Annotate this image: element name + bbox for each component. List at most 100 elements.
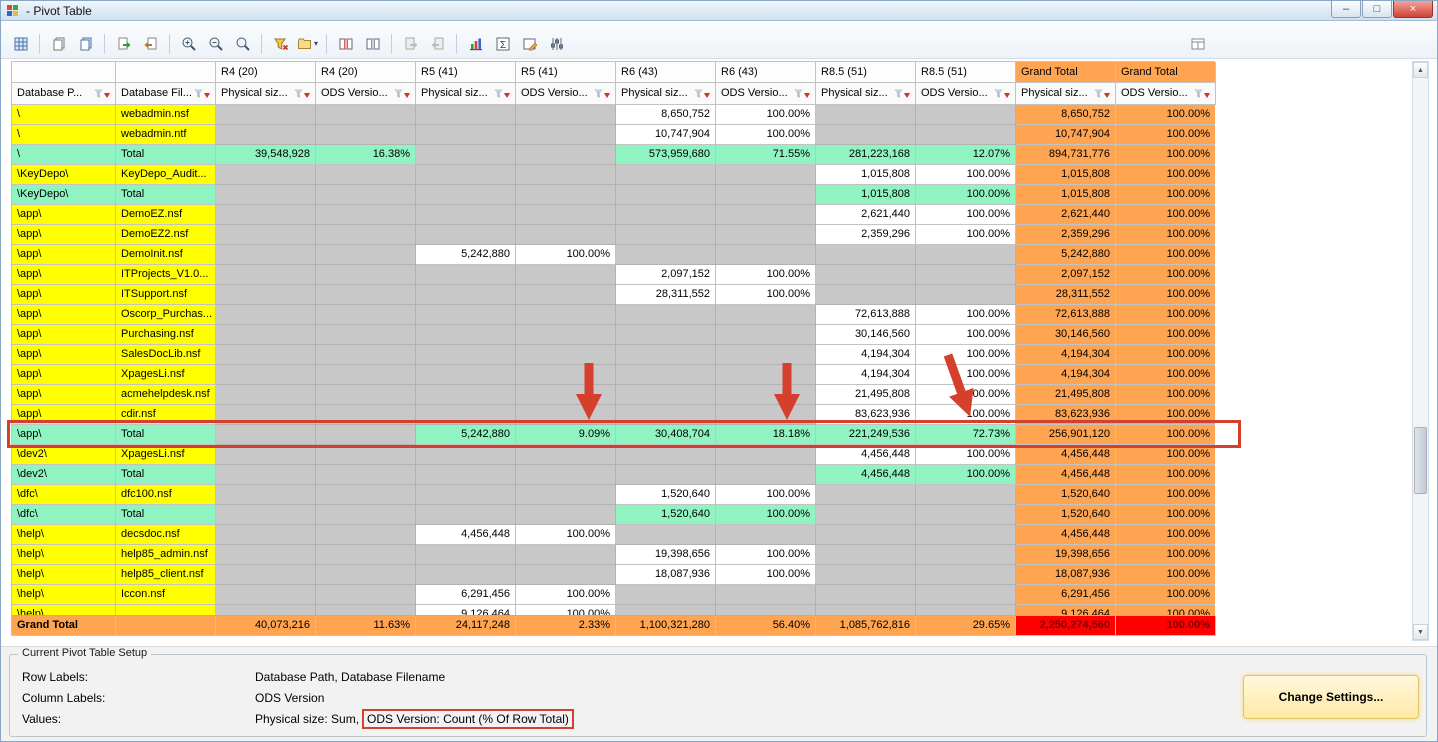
pivot-cell[interactable] [716,245,816,265]
pivot-cell[interactable]: webadmin.nsf [116,105,216,125]
pivot-cell[interactable]: 4,456,448 [1016,465,1116,485]
column-header-cell[interactable]: ODS Versio... [916,83,1016,105]
pivot-cell[interactable] [216,585,316,605]
pivot-cell[interactable]: 100.00% [516,585,616,605]
group-header-cell[interactable]: R8.5 (51) [916,62,1016,83]
pivot-cell[interactable] [316,125,416,145]
pivot-cell[interactable]: 30,146,560 [1016,325,1116,345]
pivot-cell[interactable]: SalesDocLib.nsf [116,345,216,365]
pivot-cell[interactable]: 100.00% [716,505,816,525]
pivot-cell[interactable] [416,565,516,585]
pivot-cell[interactable]: ITSupport.nsf [116,285,216,305]
clear-filter-icon[interactable] [268,32,293,55]
pivot-cell[interactable]: 5,242,880 [1016,245,1116,265]
pivot-cell[interactable]: 4,456,448 [816,465,916,485]
pivot-cell[interactable] [216,345,316,365]
pivot-cell[interactable] [916,285,1016,305]
data-row[interactable]: \app\acmehelpdesk.nsf21,495,808100.00%21… [12,385,1215,405]
filter-funnel-icon[interactable] [894,89,910,98]
pivot-cell[interactable] [716,585,816,605]
pivot-cell[interactable]: 221,249,536 [816,425,916,445]
pivot-cell[interactable] [616,345,716,365]
pivot-cell[interactable]: 256,901,120 [1016,425,1116,445]
pivot-cell[interactable] [816,525,916,545]
pivot-cell[interactable]: 21,495,808 [1016,385,1116,405]
pivot-cell[interactable]: 30,408,704 [616,425,716,445]
pivot-cell[interactable]: 100.00% [516,525,616,545]
pivot-cell[interactable] [316,185,416,205]
pivot-cell[interactable]: 4,194,304 [1016,345,1116,365]
pivot-cell[interactable]: 100.00% [1116,405,1215,425]
pivot-cell[interactable] [416,325,516,345]
pivot-cell[interactable]: 1,015,808 [816,185,916,205]
pivot-cell[interactable]: 100.00% [1116,585,1215,605]
pivot-cell[interactable] [816,545,916,565]
column-header-cell[interactable]: Physical siz... [1016,83,1116,105]
pivot-cell[interactable] [516,465,616,485]
pivot-cell[interactable]: 2,621,440 [1016,205,1116,225]
zoom-in-icon[interactable] [176,32,201,55]
data-row[interactable]: \app\ITProjects_V1.0...2,097,152100.00%2… [12,265,1215,285]
column-header-cell[interactable]: ODS Versio... [516,83,616,105]
data-row[interactable]: \webadmin.nsf8,650,752100.00%8,650,75210… [12,105,1215,125]
scroll-up-icon[interactable]: ▲ [1413,62,1428,78]
pivot-cell[interactable]: 100.00% [716,125,816,145]
pivot-cell[interactable]: 100.00% [1116,285,1215,305]
pivot-cell[interactable] [616,405,716,425]
pivot-cell[interactable] [816,505,916,525]
column-header-cell[interactable]: ODS Versio... [716,83,816,105]
data-row[interactable]: \app\Purchasing.nsf30,146,560100.00%30,1… [12,325,1215,345]
pivot-cell[interactable] [916,565,1016,585]
pivot-cell[interactable] [316,405,416,425]
group-header-cell[interactable]: R5 (41) [516,62,616,83]
pivot-cell[interactable] [316,165,416,185]
pivot-cell[interactable] [516,285,616,305]
pivot-cell[interactable] [716,445,816,465]
edit-table-icon[interactable] [517,32,542,55]
grand-total-cell[interactable]: 24,117,248 [416,616,516,636]
zoom-out-icon[interactable] [203,32,228,55]
pivot-cell[interactable] [816,565,916,585]
pivot-cell[interactable]: \app\ [12,385,116,405]
pivot-cell[interactable] [516,145,616,165]
pivot-cell[interactable]: 100.00% [716,485,816,505]
pivot-cell[interactable] [716,185,816,205]
pivot-cell[interactable]: 100.00% [916,165,1016,185]
pivot-cell[interactable] [516,305,616,325]
pivot-cell[interactable] [316,385,416,405]
grand-total-cell[interactable]: 11.63% [316,616,416,636]
pivot-cell[interactable] [516,385,616,405]
folder-menu-icon[interactable]: ▾ [295,32,320,55]
pivot-cell[interactable] [216,205,316,225]
pivot-cell[interactable] [416,165,516,185]
pivot-cell[interactable] [716,165,816,185]
filter-funnel-icon[interactable] [1094,89,1110,98]
pivot-cell[interactable] [416,485,516,505]
filter-funnel-icon[interactable] [94,89,110,98]
pivot-cell[interactable]: 100.00% [1116,245,1215,265]
pivot-cell[interactable]: 100.00% [916,405,1016,425]
pivot-cell[interactable] [416,225,516,245]
pivot-cell[interactable] [516,105,616,125]
vertical-scrollbar[interactable]: ▲ ▼ [1412,61,1429,641]
pivot-cell[interactable]: 100.00% [1116,485,1215,505]
pivot-cell[interactable] [316,605,416,615]
pivot-cell[interactable] [516,205,616,225]
pivot-cell[interactable] [416,445,516,465]
pivot-cell[interactable] [816,605,916,615]
pivot-cell[interactable] [316,345,416,365]
group-header-cell[interactable]: Grand Total [1116,62,1216,83]
pivot-cell[interactable]: DemoInit.nsf [116,245,216,265]
pivot-cell[interactable] [516,185,616,205]
pivot-cell[interactable]: \app\ [12,285,116,305]
pivot-cell[interactable]: \app\ [12,245,116,265]
pivot-cell[interactable] [716,345,816,365]
pivot-cell[interactable]: 8,650,752 [1016,105,1116,125]
pivot-cell[interactable]: dfc100.nsf [116,485,216,505]
pivot-cell[interactable] [316,585,416,605]
pivot-cell[interactable]: \help\ [12,605,116,615]
pivot-cell[interactable]: 72,613,888 [1016,305,1116,325]
pivot-cell[interactable] [516,565,616,585]
pivot-cell[interactable] [416,465,516,485]
pivot-cell[interactable]: 83,623,936 [816,405,916,425]
